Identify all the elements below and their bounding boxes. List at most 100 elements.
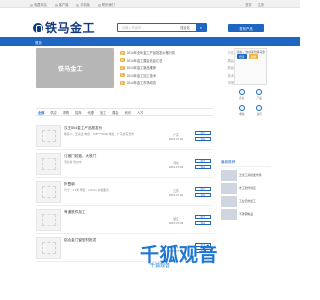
quick-icons: 企业 产品 求购 资讯 <box>234 87 267 117</box>
recommend-item[interactable]: 金工配件供应 <box>221 182 271 195</box>
list-item[interactable]: 折叠钢 尺寸：1.2米 厚度：2.5mm 价格面议 江苏 2015-07-06 … <box>36 178 213 206</box>
recommend-text[interactable]: 金工配件供应 <box>239 186 271 190</box>
quick-link-company[interactable]: 企业 <box>234 87 250 101</box>
search-input[interactable]: 请输入关键词 <box>118 24 174 31</box>
headline-tag: 荐 <box>120 73 125 78</box>
main-nav: 首页 <box>0 37 300 46</box>
sidebar-register-button[interactable]: 注册 <box>248 54 259 59</box>
right-sidebar: 您好，欢迎来到铁马金工 登录 注册 企业 产品 求购 资讯 <box>234 48 267 143</box>
search-scope[interactable]: 搜全站 <box>174 25 196 30</box>
item-thumbnail[interactable] <box>36 125 61 147</box>
nav-item-home[interactable]: 首页 <box>35 40 42 45</box>
message-button[interactable]: 留言 <box>195 215 211 219</box>
headline-item[interactable]: 热 2014年全年金工产品批发价格行情 行业 <box>120 49 234 57</box>
sidebar-login-button[interactable]: 登录 <box>237 54 247 59</box>
tab-supply[interactable]: 供应 <box>50 110 56 115</box>
headline-category: 新品 <box>227 66 234 71</box>
search-button[interactable]: ⌕ <box>196 24 206 31</box>
category-tabs: 全部 供应 求购 招商 代理 加工 展会 资讯 人才 <box>36 108 213 116</box>
inquiry-button[interactable]: 询价 <box>195 137 211 141</box>
recommend-thumbnail[interactable] <box>221 170 237 181</box>
tab-buy[interactable]: 求购 <box>63 110 69 115</box>
top-link-client[interactable]: 客户端 <box>54 2 68 7</box>
headline-tag: 荐 <box>120 65 125 70</box>
site-logo[interactable]: 铁马金工 <box>33 19 95 36</box>
headline-item[interactable]: 荐 2014年金工新品推荐 新品 <box>120 64 234 72</box>
top-bar: 收藏本站 客户端 手机版 联系我们 登录 注册 <box>0 0 300 8</box>
banner[interactable]: 铁马金工 <box>36 48 114 88</box>
star-icon <box>30 3 33 7</box>
top-link-mobile[interactable]: 手机版 <box>76 2 90 7</box>
recommend-thumbnail[interactable] <box>221 183 237 194</box>
item-date: 2015-07-06 <box>168 165 184 169</box>
list-item[interactable]: 订做门铰链，大铁门 河北省 沧州市 河北 2015-07-06 留言 询价 <box>36 150 213 178</box>
headline-text[interactable]: 2014年金工新品推荐 <box>127 65 217 70</box>
list-item[interactable]: 汉王504金工产品批发价 联系人：王先生 电话：138****0000 地址：广… <box>36 122 213 150</box>
recommend-item[interactable]: 工业铝材加工 <box>221 195 271 208</box>
inquiry-button[interactable]: 询价 <box>195 193 211 197</box>
headline-item[interactable]: 荐 2014年金工加工技术 技术 <box>120 72 234 80</box>
headline-category: 市场 <box>227 81 234 86</box>
recommend-item[interactable]: 五金工具批发市场 <box>221 169 271 182</box>
login-link[interactable]: 登录 <box>245 2 251 7</box>
headline-item[interactable]: 荐 2014年金工市场动态 市场 <box>120 79 234 87</box>
tab-agent[interactable]: 代理 <box>88 110 94 115</box>
headline-text[interactable]: 2014年金工展会信息汇总 <box>127 58 217 63</box>
register-link[interactable]: 注册 <box>258 2 264 7</box>
recommend-thumbnail[interactable] <box>221 196 237 207</box>
item-meta: 浙江 2015-07-06 <box>162 209 190 230</box>
item-title[interactable]: 订做门铰链，大铁门 <box>64 154 159 159</box>
item-thumbnail[interactable] <box>36 209 61 231</box>
item-thumbnail[interactable] <box>36 153 61 175</box>
tab-all[interactable]: 全部 <box>38 110 44 115</box>
message-button[interactable]: 留言 <box>195 131 211 135</box>
tab-news[interactable]: 资讯 <box>125 110 131 115</box>
headline-text[interactable]: 2014年金工市场动态 <box>127 80 217 85</box>
top-link-contact[interactable]: 联系我们 <box>97 2 115 7</box>
quick-link-product[interactable]: 产品 <box>252 87 268 101</box>
item-subtitle: 尺寸：1.2米 厚度：2.5mm 价格面议 <box>64 188 109 192</box>
recommend-text[interactable]: 工业铝材加工 <box>239 199 271 203</box>
item-date: 2015-07-06 <box>168 221 184 225</box>
item-title[interactable]: 有道铁件加工 <box>64 210 159 215</box>
tab-process[interactable]: 加工 <box>100 110 106 115</box>
headline-category: 行业 <box>227 51 234 56</box>
inquiry-button[interactable]: 询价 <box>195 221 211 225</box>
tab-talent[interactable]: 人才 <box>137 110 143 115</box>
recommend-text[interactable]: 五金工具批发市场 <box>239 173 271 177</box>
login-actions: 登录 注册 <box>237 54 259 59</box>
tab-expo[interactable]: 展会 <box>112 110 118 115</box>
message-button[interactable]: 留言 <box>195 187 211 191</box>
top-links: 收藏本站 客户端 手机版 联系我们 <box>30 2 115 7</box>
item-thumbnail[interactable] <box>36 237 61 259</box>
quick-link-buy[interactable]: 求购 <box>234 103 250 117</box>
item-thumbnail[interactable] <box>36 181 61 203</box>
recommend-thumbnail[interactable] <box>221 209 237 220</box>
headline-tag: 荐 <box>120 80 125 85</box>
tab-invest[interactable]: 招商 <box>75 110 81 115</box>
quick-link-label: 资讯 <box>256 112 262 116</box>
product-icon <box>256 88 263 95</box>
list-item[interactable]: 有道铁件加工 浙江 2015-07-06 留言 询价 <box>36 206 213 234</box>
message-button[interactable]: 留言 <box>195 159 211 163</box>
recommend-panel: 最新推荐 五金工具批发市场 金工配件供应 工业铝材加工 不锈钢制品 <box>221 160 271 221</box>
recommend-item[interactable]: 不锈钢制品 <box>221 208 271 221</box>
headline-text[interactable]: 2014年金工加工技术 <box>127 73 217 78</box>
logo-mark-icon <box>33 22 43 33</box>
headline-text[interactable]: 2014年全年金工产品批发价格行情 <box>127 50 217 55</box>
recommend-text[interactable]: 不锈钢制品 <box>239 212 271 216</box>
publish-button[interactable]: 发布产品 <box>228 24 264 32</box>
buy-icon <box>238 104 245 111</box>
item-title[interactable]: 折叠钢 <box>64 182 159 187</box>
item-meta: 广东 2015-07-06 <box>162 125 190 146</box>
inquiry-button[interactable]: 询价 <box>195 165 211 169</box>
headline-list: 热 2014年全年金工产品批发价格行情 行业 新 2014年金工展会信息汇总 展… <box>120 49 234 87</box>
company-icon <box>238 88 245 95</box>
top-link-favorite[interactable]: 收藏本站 <box>30 2 47 7</box>
headline-item[interactable]: 新 2014年金工展会信息汇总 展会 <box>120 57 234 65</box>
quick-link-news[interactable]: 资讯 <box>252 103 268 117</box>
item-title[interactable]: 汉王504金工产品批发价 <box>64 126 159 131</box>
top-right: 登录 注册 <box>245 2 264 7</box>
news-icon <box>256 104 263 111</box>
headline-tag: 热 <box>120 50 125 55</box>
